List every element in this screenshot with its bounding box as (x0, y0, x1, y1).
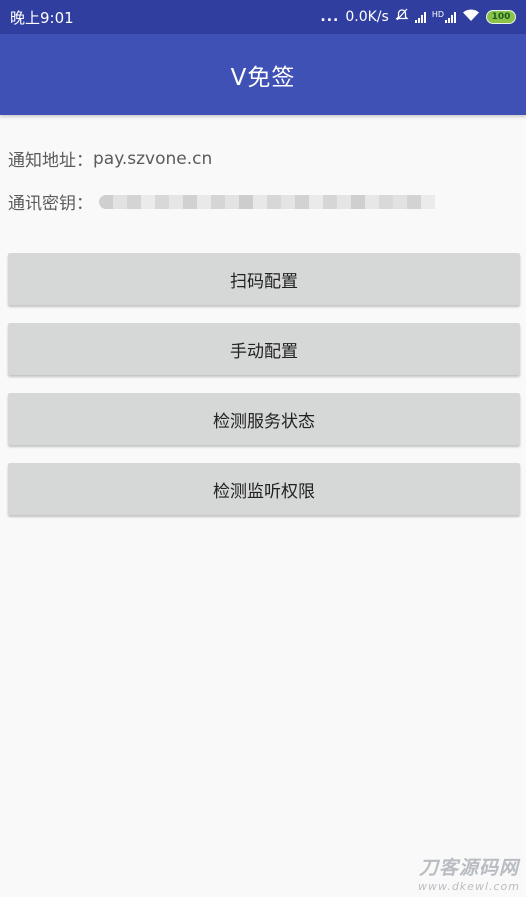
status-bar: 晚上9:01 ... 0.0K/s HD 100 (0, 0, 526, 34)
more-notifications-icon: ... (320, 9, 340, 25)
mute-bell-icon (395, 8, 409, 26)
scan-config-button[interactable]: 扫码配置 (8, 253, 520, 305)
manual-config-button[interactable]: 手动配置 (8, 323, 520, 375)
cell-signal-2-icon: HD (432, 11, 456, 23)
comm-key-row: 通讯密钥： (8, 189, 435, 214)
watermark-logo: 刀客源码网 (419, 857, 520, 879)
watermark: 刀客源码网 www.dkewl.com (418, 853, 520, 893)
battery-icon: 100 (486, 10, 516, 24)
check-service-status-button[interactable]: 检测服务状态 (8, 393, 520, 445)
network-speed: 0.0K/s (345, 9, 389, 25)
notify-address-label: 通知地址： (8, 151, 93, 171)
comm-key-blurred-value (99, 194, 435, 209)
cell-signal-1-icon (414, 11, 426, 23)
status-icons: ... 0.0K/s HD 100 (320, 8, 516, 26)
notify-address-value: pay.szvone.cn (93, 148, 213, 169)
app-screen: 晚上9:01 ... 0.0K/s HD 100 V免签 通知地址： pay.s… (0, 0, 526, 897)
check-listen-permission-button[interactable]: 检测监听权限 (8, 463, 520, 515)
app-title: V免签 (230, 64, 296, 91)
notify-address-row: 通知地址： pay.szvone.cn (8, 146, 213, 172)
wifi-icon (462, 8, 480, 26)
app-bar: V免签 (0, 34, 526, 115)
watermark-url: www.dkewl.com (418, 880, 520, 893)
comm-key-label: 通讯密钥： (8, 194, 93, 214)
status-time: 晚上9:01 (10, 8, 74, 27)
